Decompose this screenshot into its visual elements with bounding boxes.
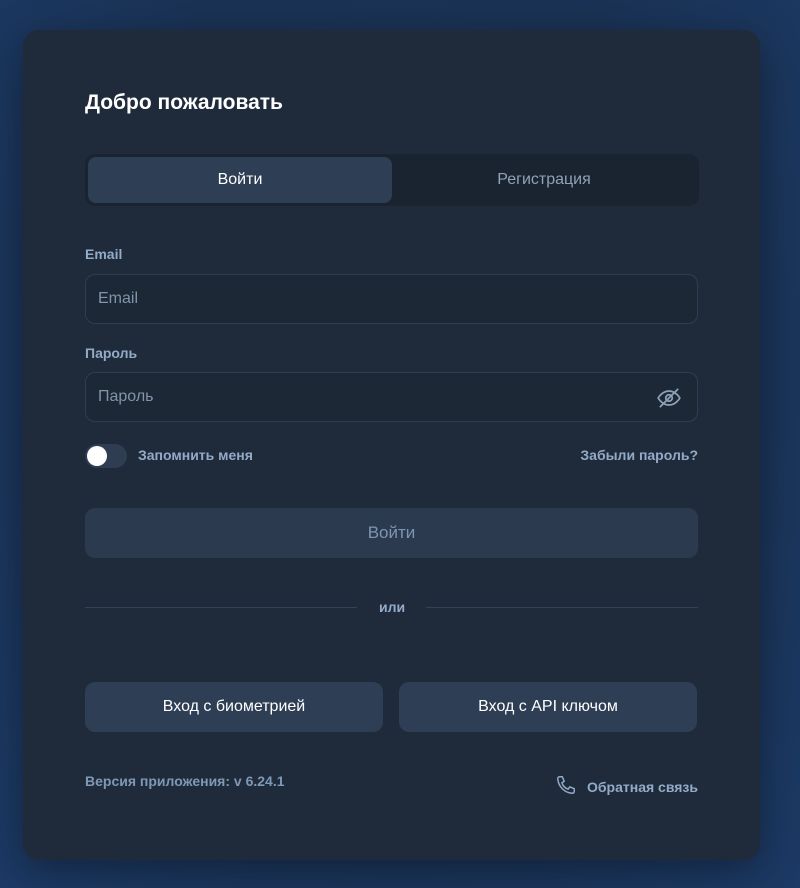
remember-label: Запомнить меня [138,447,253,463]
divider-left [85,607,357,608]
toggle-knob [87,446,107,466]
login-button[interactable]: Войти [85,508,698,558]
divider-text: или [379,599,406,615]
email-label: Email [85,246,123,262]
app-version: Версия приложения: v 6.24.1 [85,773,285,789]
login-card: Добро пожаловать Войти Регистрация Email… [23,30,760,860]
tab-register[interactable]: Регистрация [392,157,696,203]
password-field[interactable] [85,372,698,422]
feedback-link[interactable]: Обратная связь [555,774,698,799]
page-title: Добро пожаловать [85,91,283,114]
divider-right [426,607,698,608]
api-key-login-button[interactable]: Вход с API ключом [399,682,697,732]
password-label: Пароль [85,345,138,361]
auth-tabs: Войти Регистрация [85,154,699,206]
tab-login[interactable]: Войти [88,157,392,203]
remember-toggle[interactable] [85,444,127,468]
forgot-password-link[interactable]: Забыли пароль? [580,447,698,463]
email-field[interactable] [85,274,698,324]
eye-off-icon[interactable] [655,384,683,412]
phone-icon [555,774,577,799]
feedback-label: Обратная связь [587,778,698,795]
biometric-login-button[interactable]: Вход с биометрией [85,682,383,732]
